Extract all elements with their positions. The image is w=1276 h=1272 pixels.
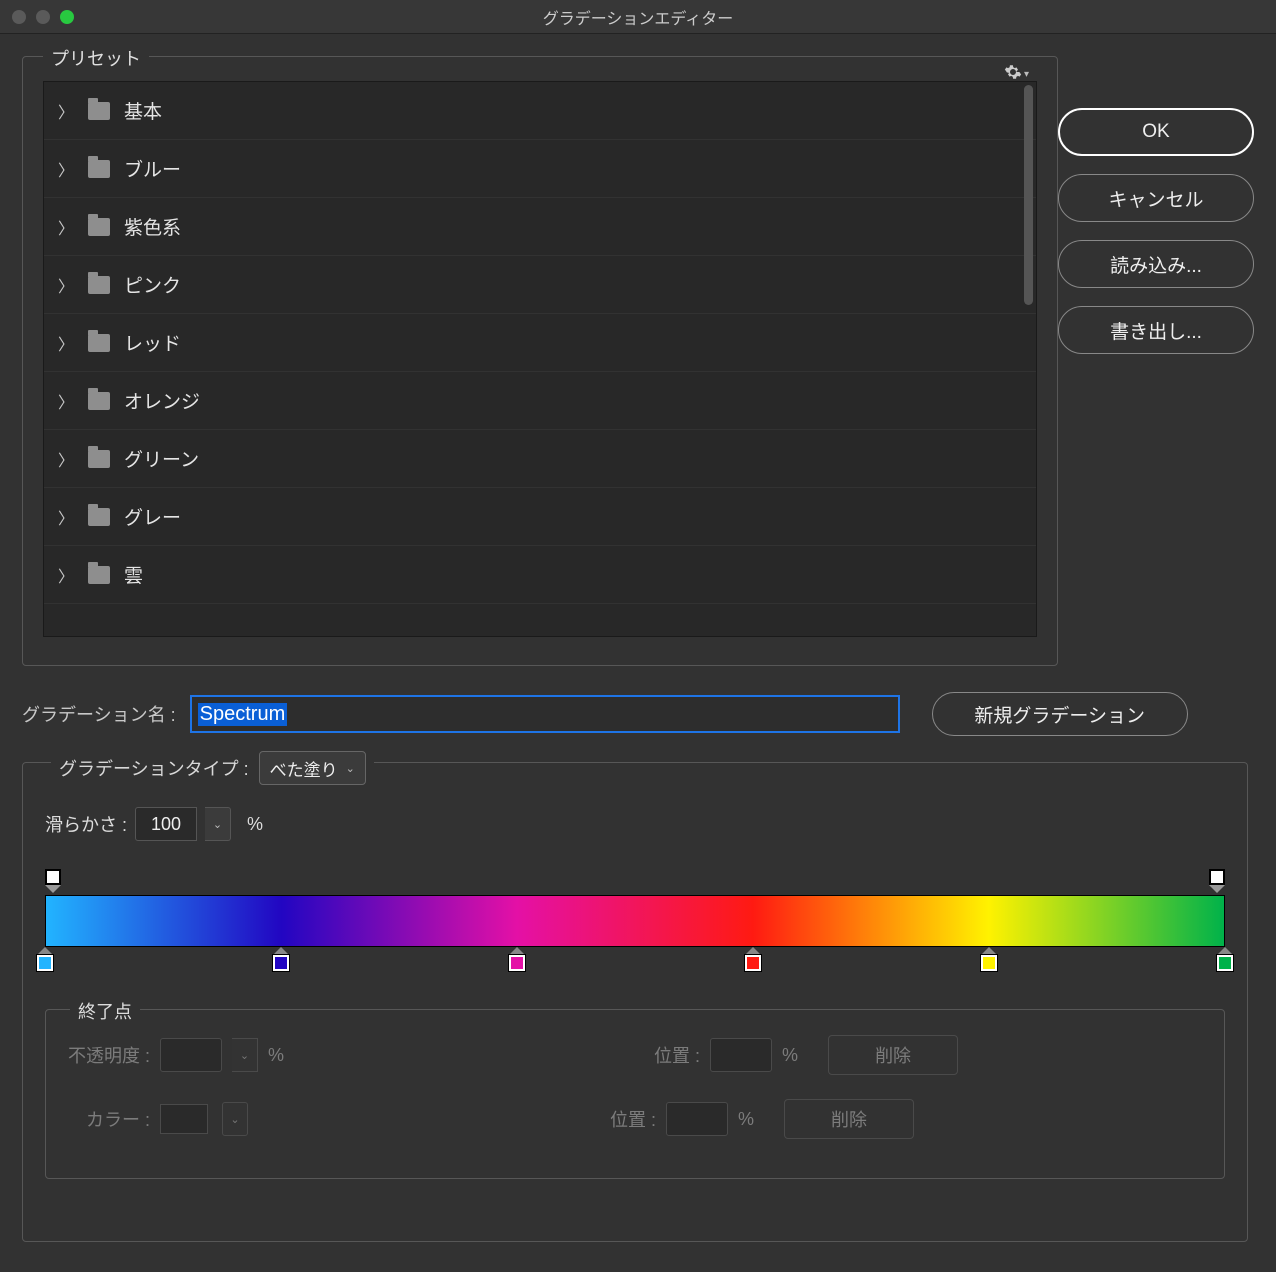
opacity-stop-right[interactable] xyxy=(1209,869,1225,885)
opacity-stop-left-handle[interactable] xyxy=(45,885,61,893)
chevron-right-icon: 〉 xyxy=(58,447,74,471)
color-swatch xyxy=(160,1104,208,1134)
gradient-name-row: グラデーション名 : Spectrum 新規グラデーション xyxy=(22,692,1254,736)
chevron-down-icon: ⌄ xyxy=(346,762,355,775)
zoom-window-icon[interactable] xyxy=(60,10,74,24)
color-stop[interactable] xyxy=(1217,947,1233,971)
save-button[interactable]: 書き出し... xyxy=(1058,306,1254,354)
preset-folder-label: 基本 xyxy=(124,97,162,124)
smoothness-label: 滑らかさ : xyxy=(45,811,127,837)
presets-panel: プリセット ▾ 〉基本〉ブルー〉紫色系〉ピンク〉レッド〉オレンジ〉グリーン〉グレ… xyxy=(22,56,1058,666)
preset-folder-row[interactable]: 〉 レッド xyxy=(44,314,1036,372)
smoothness-row: 滑らかさ : ⌄ % xyxy=(45,807,1225,841)
color-stepper: ⌄ xyxy=(222,1102,248,1136)
opacity-unit: % xyxy=(268,1045,284,1066)
endpoint-legend: 終了点 xyxy=(70,998,140,1024)
chevron-right-icon: 〉 xyxy=(58,505,74,529)
folder-icon xyxy=(88,218,110,236)
gradient-bar[interactable] xyxy=(45,895,1225,947)
color-position-unit: % xyxy=(738,1109,754,1130)
preset-folder-row[interactable]: 〉 オレンジ xyxy=(44,372,1036,430)
folder-icon xyxy=(88,392,110,410)
color-delete-button: 削除 xyxy=(784,1099,914,1139)
folder-icon xyxy=(88,102,110,120)
preset-folder-label: グリーン xyxy=(124,445,199,472)
color-stop[interactable] xyxy=(273,947,289,971)
gradient-type-label: グラデーションタイプ : xyxy=(59,755,249,781)
preset-folder-row[interactable]: 〉 グリーン xyxy=(44,430,1036,488)
gradient-name-value: Spectrum xyxy=(198,703,288,726)
chevron-right-icon: 〉 xyxy=(58,215,74,239)
presets-legend: プリセット xyxy=(43,45,149,71)
smoothness-stepper[interactable]: ⌄ xyxy=(205,807,231,841)
folder-icon xyxy=(88,160,110,178)
color-stop[interactable] xyxy=(745,947,761,971)
opacity-delete-button: 削除 xyxy=(828,1035,958,1075)
endpoint-panel: 終了点 不透明度 : ⌄ % 位置 : % 削除 カラー : ⌄ 位置 : % xyxy=(45,1009,1225,1179)
color-stop[interactable] xyxy=(509,947,525,971)
color-position-label: 位置 : xyxy=(610,1106,656,1132)
folder-icon xyxy=(88,276,110,294)
cancel-button[interactable]: キャンセル xyxy=(1058,174,1254,222)
close-window-icon[interactable] xyxy=(12,10,26,24)
opacity-stepper: ⌄ xyxy=(232,1038,258,1072)
opacity-position-label: 位置 : xyxy=(654,1042,700,1068)
chevron-right-icon: 〉 xyxy=(58,273,74,297)
new-gradient-button[interactable]: 新規グラデーション xyxy=(932,692,1188,736)
folder-icon xyxy=(88,508,110,526)
opacity-input xyxy=(160,1038,222,1072)
preset-folder-row[interactable]: 〉 ブルー xyxy=(44,140,1036,198)
chevron-right-icon: 〉 xyxy=(58,331,74,355)
preset-folder-row[interactable]: 〉 紫色系 xyxy=(44,198,1036,256)
preset-folder-label: レッド xyxy=(124,329,181,356)
preset-folder-row[interactable]: 〉 基本 xyxy=(44,82,1036,140)
chevron-right-icon: 〉 xyxy=(58,389,74,413)
gradient-editor xyxy=(45,869,1225,989)
gradient-name-label: グラデーション名 : xyxy=(22,701,176,727)
load-button[interactable]: 読み込み... xyxy=(1058,240,1254,288)
gradient-name-input[interactable]: Spectrum xyxy=(190,695,900,733)
chevron-right-icon: 〉 xyxy=(58,157,74,181)
color-stop[interactable] xyxy=(37,947,53,971)
chevron-right-icon: 〉 xyxy=(58,563,74,587)
preset-folder-row[interactable]: 〉 グレー xyxy=(44,488,1036,546)
color-label: カラー : xyxy=(86,1106,150,1132)
opacity-stop-right-handle[interactable] xyxy=(1209,885,1225,893)
ok-button[interactable]: OK xyxy=(1058,108,1254,156)
preset-folder-label: ブルー xyxy=(124,155,181,182)
preset-folder-label: ピンク xyxy=(124,271,181,298)
preset-folder-row[interactable]: 〉雲 xyxy=(44,546,1036,604)
chevron-right-icon: 〉 xyxy=(58,99,74,123)
window-title: グラデーションエディター xyxy=(543,5,734,29)
minimize-window-icon[interactable] xyxy=(36,10,50,24)
gradient-type-dropdown[interactable]: べた塗り ⌄ xyxy=(259,751,366,785)
gradient-type-legend: グラデーションタイプ : べた塗り ⌄ xyxy=(51,751,374,785)
preset-folder-label: オレンジ xyxy=(124,387,200,414)
opacity-position-input xyxy=(710,1038,772,1072)
folder-icon xyxy=(88,566,110,584)
gradient-type-value: べた塗り xyxy=(270,756,338,781)
color-position-input xyxy=(666,1102,728,1136)
opacity-label: 不透明度 : xyxy=(68,1042,150,1068)
opacity-stop-left[interactable] xyxy=(45,869,61,885)
color-stops-row xyxy=(45,947,1225,977)
smoothness-input[interactable] xyxy=(135,807,197,841)
preset-folder-row[interactable]: 〉 ピンク xyxy=(44,256,1036,314)
color-stop[interactable] xyxy=(981,947,997,971)
dialog-buttons: OK キャンセル 読み込み... 書き出し... xyxy=(1058,108,1254,354)
opacity-position-unit: % xyxy=(782,1045,798,1066)
presets-scrollbar[interactable] xyxy=(1024,85,1033,305)
preset-folder-label: 雲 xyxy=(124,561,143,588)
chevron-down-icon: ▾ xyxy=(1024,69,1029,80)
gradient-settings-panel: グラデーションタイプ : べた塗り ⌄ 滑らかさ : ⌄ % 終了点 不透明度 … xyxy=(22,762,1248,1242)
titlebar: グラデーションエディター xyxy=(0,0,1276,34)
presets-list[interactable]: 〉基本〉ブルー〉紫色系〉ピンク〉レッド〉オレンジ〉グリーン〉グレー〉雲 xyxy=(43,81,1037,637)
smoothness-unit: % xyxy=(247,814,263,835)
preset-folder-label: 紫色系 xyxy=(124,213,181,240)
folder-icon xyxy=(88,450,110,468)
preset-folder-label: グレー xyxy=(124,503,181,530)
window-controls xyxy=(0,10,74,24)
folder-icon xyxy=(88,334,110,352)
